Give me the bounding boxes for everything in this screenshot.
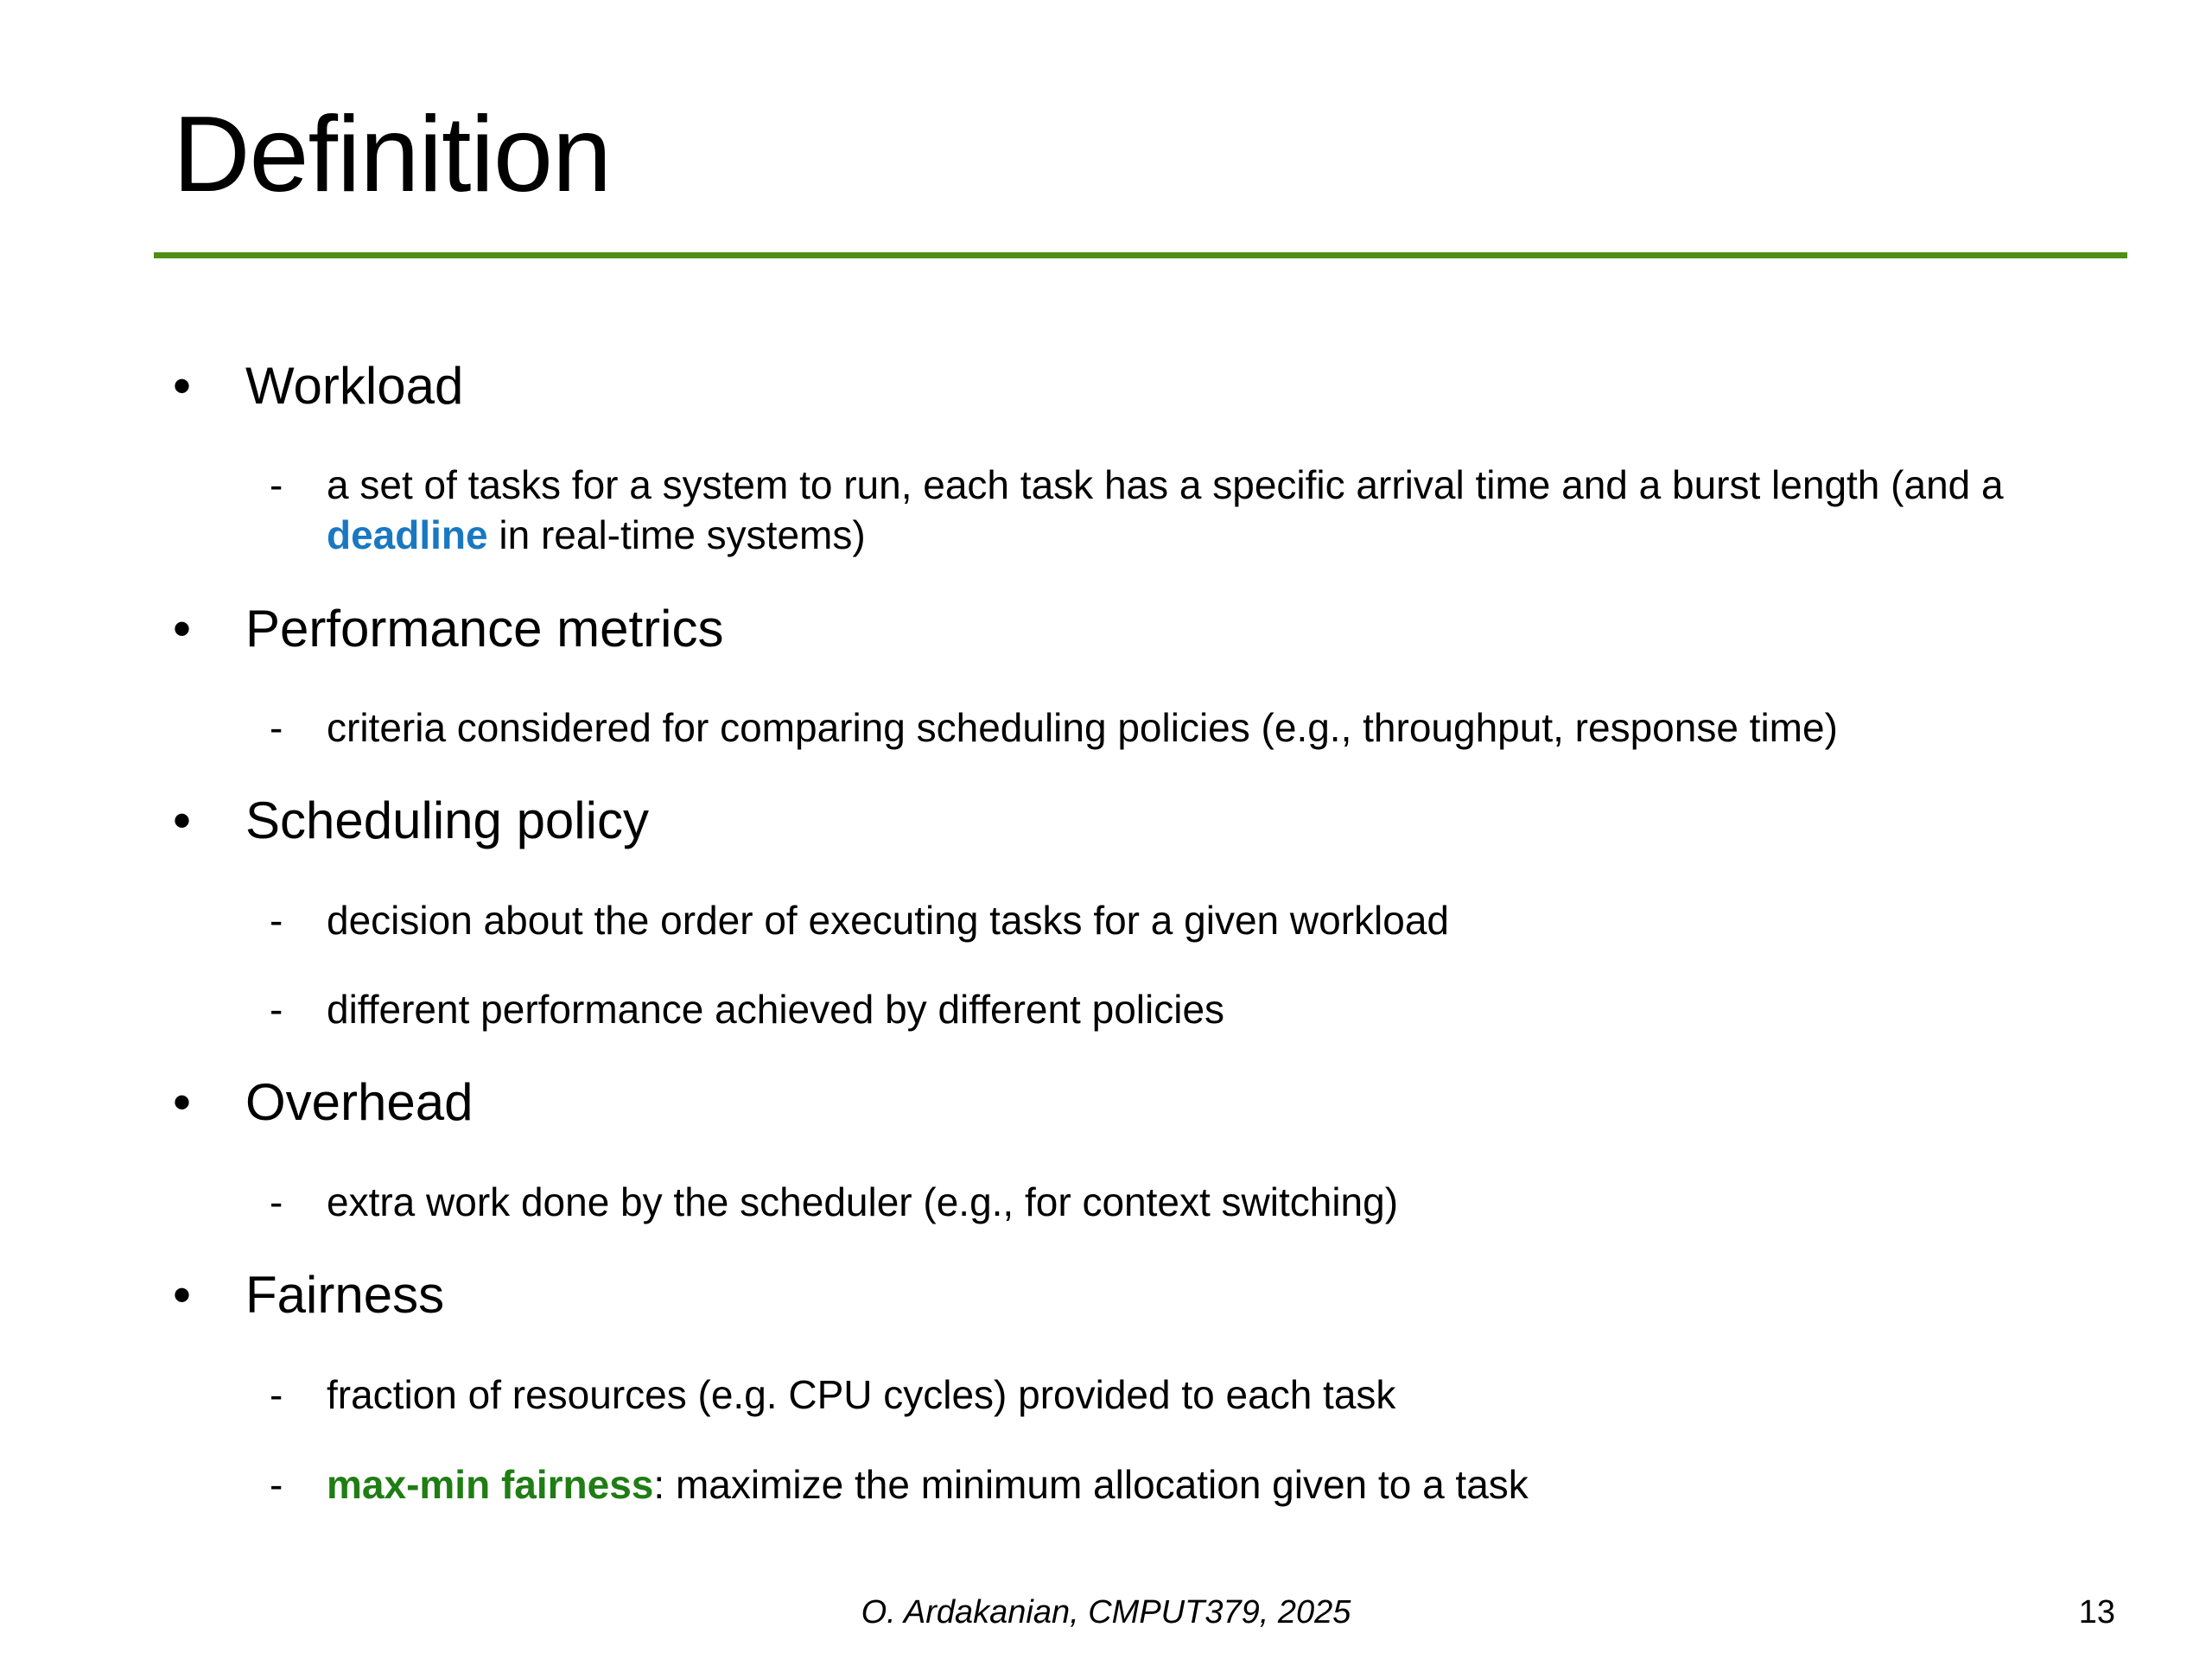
footer-credit: O. Ardakanian, CMPUT379, 2025 <box>861 1594 1351 1630</box>
sub-marker: - <box>270 1462 283 1507</box>
bullet-label: Overhead <box>245 1073 474 1131</box>
bullet-list: • Workload - a set of tasks for a system… <box>0 0 2212 1659</box>
bullet-marker: • <box>173 600 192 658</box>
sub-marker: - <box>270 898 283 943</box>
sub-item-text: different performance achieved by differ… <box>327 987 1225 1032</box>
bullet-marker: • <box>173 791 192 849</box>
sub-item-text: decision about the order of executing ta… <box>327 898 1449 943</box>
sub-marker: - <box>270 1372 283 1417</box>
bullet-label: Fairness <box>245 1266 445 1324</box>
sub-item-text: fraction of resources (e.g. CPU cycles) … <box>327 1372 1396 1417</box>
bullet-marker: • <box>173 357 192 415</box>
bullet-label: Performance metrics <box>245 600 724 658</box>
sub-marker: - <box>270 987 283 1032</box>
keyword-deadline: deadline <box>327 512 488 557</box>
sub-marker: - <box>270 705 283 750</box>
sub-item-text: a set of tasks for a system to run, each… <box>327 462 2004 557</box>
bullet-marker: • <box>173 1073 192 1131</box>
sub-item-text: max-min fairness: maximize the minimum a… <box>327 1462 1529 1507</box>
bullet-marker: • <box>173 1266 192 1324</box>
bullet-label: Workload <box>245 357 464 415</box>
page-number: 13 <box>2078 1594 2115 1630</box>
bullet-label: Scheduling policy <box>245 791 649 849</box>
sub-item-text: extra work done by the scheduler (e.g., … <box>327 1179 1399 1224</box>
sub-marker: - <box>270 462 283 507</box>
sub-marker: - <box>270 1179 283 1224</box>
sub-item-text: criteria considered for comparing schedu… <box>327 705 1838 750</box>
keyword-max-min-fairness: max-min fairness <box>327 1462 654 1507</box>
